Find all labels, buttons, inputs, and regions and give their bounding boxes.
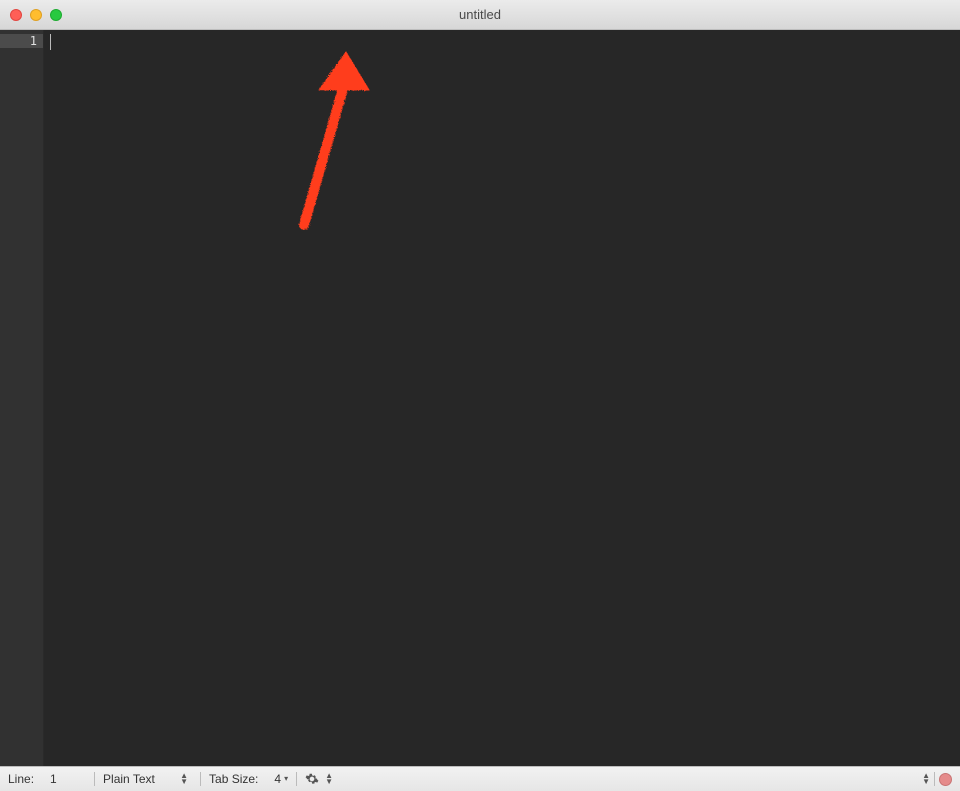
editor-area: 1 <box>0 30 960 766</box>
window-title: untitled <box>0 7 960 22</box>
tab-size-selector[interactable]: 4 ▾ <box>266 767 296 791</box>
annotation-arrow-icon <box>274 50 384 230</box>
text-editor[interactable] <box>44 30 960 766</box>
syntax-selector[interactable]: Plain Text ▲▼ <box>95 767 200 791</box>
view-stepper[interactable]: ▲▼ <box>918 773 934 785</box>
gear-icon <box>305 772 319 786</box>
zoom-window-button[interactable] <box>50 9 62 21</box>
line-label: Line: <box>0 767 42 791</box>
syntax-stepper-icon[interactable]: ▲▼ <box>176 773 192 785</box>
line-number-field[interactable]: 1 <box>42 767 94 791</box>
window-controls <box>10 9 62 21</box>
line-number-gutter[interactable]: 1 <box>0 30 44 766</box>
settings-button[interactable]: ▲▼ <box>297 767 345 791</box>
close-window-button[interactable] <box>10 9 22 21</box>
tab-size-label: Tab Size: <box>201 767 266 791</box>
chevron-down-icon: ▾ <box>284 776 288 782</box>
line-number[interactable]: 1 <box>0 34 43 48</box>
window-titlebar: untitled <box>0 0 960 30</box>
status-bar: Line: 1 Plain Text ▲▼ Tab Size: 4 ▾ ▲▼ ▲… <box>0 766 960 791</box>
text-caret <box>50 34 51 50</box>
status-indicator-icon[interactable] <box>939 773 952 786</box>
minimize-window-button[interactable] <box>30 9 42 21</box>
tab-size-value: 4 <box>274 772 281 786</box>
settings-stepper-icon[interactable]: ▲▼ <box>321 773 337 785</box>
status-divider <box>934 772 935 786</box>
syntax-label: Plain Text <box>103 772 155 786</box>
